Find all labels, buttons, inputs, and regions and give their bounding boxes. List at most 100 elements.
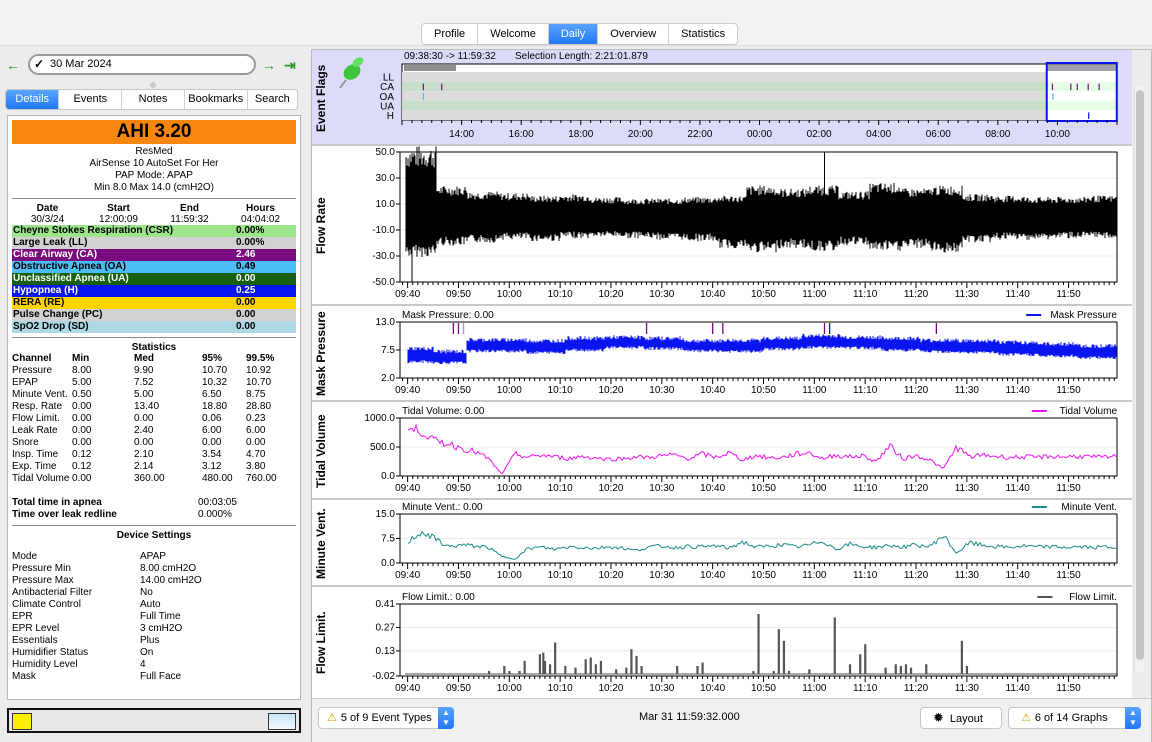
mask-pressure-svg: Mask Pressure: 0.00 Mask Pressure 13.0 7.5 2…	[376, 310, 1118, 396]
stats-cell: 6.50	[202, 389, 222, 400]
x-tick-label: 10:30	[649, 570, 674, 581]
y-tick-label: -10.0	[372, 225, 395, 236]
warning-icon: ⚠	[327, 712, 337, 724]
stats-cell: 0.00	[72, 473, 92, 484]
stats-cell: 5.00	[72, 377, 92, 388]
graph-footer: ⚠ 5 of 9 Event Types ▲ ▼ Mar 31 11:59:32.0…	[312, 698, 1151, 742]
flow-limit-bar	[564, 665, 567, 674]
flow-limit-graph[interactable]: Flow Limit. Flow Limit.: 0.00 Flow Limit.…	[312, 587, 1132, 698]
x-tick-label: 11:30	[955, 483, 980, 494]
flow-limit-bar	[584, 659, 587, 674]
flow-limit-bar	[782, 640, 786, 674]
x-tick-label: 11:00	[802, 483, 827, 494]
x-tick-label: 09:40	[395, 483, 420, 494]
session-bar	[1046, 65, 1117, 71]
event-types-dropdown[interactable]: ⚠ 5 of 9 Event Types ▲ ▼	[318, 707, 454, 729]
y-tick-label: 0.13	[376, 646, 396, 657]
stats-cell: 6.00	[246, 425, 266, 436]
graphs-dropdown[interactable]: ⚠ 6 of 14 Graphs ▲ ▼	[1008, 707, 1141, 729]
event-index-list: Cheyne Stokes Respiration (CSR) 0.00% Larg…	[12, 225, 296, 333]
event-value: 0.00	[236, 321, 256, 332]
flow-rate-graph[interactable]: Flow Rate 50.0 30.0 10.0 -10.0 -30.0 -50.0 09:…	[312, 146, 1132, 306]
x-tick-label: 11:00	[802, 683, 827, 694]
tidal-volume-graph[interactable]: Tidal Volume Tidal Volume: 0.00 Tidal Vol…	[312, 402, 1132, 500]
setting-value: No	[140, 587, 153, 598]
event-index-row: Obstructive Apnea (OA) 0.49	[12, 261, 296, 273]
x-tick-label: 11:00	[802, 385, 827, 396]
tab-statistics[interactable]: Statistics	[669, 24, 737, 44]
y-tick-label: 2.0	[381, 373, 395, 384]
top-toolbar: Profile Welcome Daily Overview Statistic…	[0, 0, 1152, 46]
divider	[12, 337, 296, 338]
x-tick-label: 22:00	[687, 129, 712, 140]
stats-cell: 0.00	[72, 437, 92, 448]
flow-limit-bar	[787, 670, 791, 674]
flow-limit-bar	[899, 665, 902, 674]
minute-vent-series	[407, 530, 1117, 560]
date-picker[interactable]: ✓ 30 Mar 2024	[28, 54, 256, 75]
tab-search[interactable]: Search	[248, 90, 297, 109]
graph-panel: Event Flags 09:38:30 -> 11:59:32 Selectio…	[311, 49, 1152, 742]
device-settings-table: Mode APAP Pressure Min 8.00 cmH2O Pressure M…	[12, 551, 296, 683]
x-tick-label: 09:50	[446, 385, 471, 396]
arrow-right-icon[interactable]: →	[262, 57, 276, 73]
session-header: End	[180, 203, 199, 214]
setting-label: Humidity Level	[12, 659, 78, 670]
flow-limit-bar	[640, 665, 643, 674]
x-tick-label: 10:50	[751, 483, 776, 494]
x-tick-label: 10:10	[548, 570, 573, 581]
layout-button[interactable]: ✹ Layout	[920, 707, 1002, 729]
stats-channel: EPAP	[12, 377, 38, 388]
x-tick-label: 11:30	[955, 385, 980, 396]
chevron-down-icon[interactable]: ✓	[34, 56, 44, 73]
event-label: Pulse Change (PC)	[13, 309, 103, 320]
legend: Flow Limit.	[1037, 592, 1117, 603]
details-panel[interactable]: AHI 3.20 ResMed AirSense 10 AutoSet For …	[7, 115, 301, 700]
tab-overview[interactable]: Overview	[598, 24, 670, 44]
blue-swatch[interactable]	[268, 713, 296, 730]
stats-cell: 13.40	[134, 401, 160, 412]
flow-limit-bar	[548, 664, 552, 674]
x-tick-label: 11:40	[1006, 570, 1031, 581]
stats-cell: 2.10	[134, 449, 154, 460]
setting-value: 4	[140, 659, 146, 670]
session-header: Hours	[246, 203, 275, 214]
event-flags-graph[interactable]: Event Flags 09:38:30 -> 11:59:32 Selectio…	[312, 50, 1132, 146]
tab-profile[interactable]: Profile	[422, 24, 479, 44]
graph-scrollbar[interactable]	[1134, 86, 1144, 672]
stats-cell: 0.00	[134, 437, 154, 448]
arrow-left-icon[interactable]: ←	[6, 57, 20, 73]
flow-limit-bar	[508, 670, 511, 674]
event-value: 0.49	[236, 261, 256, 272]
mask-pressure-series	[407, 333, 1117, 365]
stepper-icon: ▲ ▼	[1125, 707, 1141, 729]
flow-limit-bar	[909, 667, 913, 674]
left-tab-bar: Details Events Notes Bookmarks Search	[5, 89, 298, 110]
setting-value: 14.00 cmH2O	[140, 575, 202, 586]
x-tick-label: 11:40	[1006, 289, 1031, 300]
x-tick-label: 11:40	[1006, 385, 1031, 396]
session-value: 12:00:09	[99, 214, 138, 225]
splitter-handle[interactable]	[150, 82, 156, 88]
tab-bookmarks[interactable]: Bookmarks	[185, 90, 248, 109]
scrollbar-thumb[interactable]	[1136, 90, 1144, 660]
minute-vent-graph[interactable]: Minute Vent. Minute Vent.: 0.00 Minute Ve…	[312, 500, 1132, 587]
x-tick-label: 10:20	[598, 570, 623, 581]
setting-value: On	[140, 647, 154, 658]
tab-daily[interactable]: Daily	[548, 24, 599, 44]
setting-label: Humidifier Status	[12, 647, 89, 658]
tab-notes[interactable]: Notes	[122, 90, 185, 109]
y-tick-label: 500.0	[370, 442, 395, 453]
stats-cell: 5.00	[134, 389, 154, 400]
flow-limit-bar	[894, 664, 897, 674]
tidal-volumeseries	[407, 423, 1117, 475]
tab-details[interactable]: Details	[6, 90, 60, 109]
tab-events[interactable]: Events	[59, 90, 123, 109]
x-tick-label: 10:20	[598, 385, 623, 396]
flow-limit-bar	[884, 667, 887, 674]
arrow-to-end-icon[interactable]: ⇥	[284, 57, 296, 74]
flag-row-band	[1046, 110, 1117, 120]
yellow-swatch[interactable]	[12, 713, 32, 730]
tab-welcome[interactable]: Welcome	[478, 24, 549, 44]
mask-pressure-graph[interactable]: Mask Pressure Mask Pressure: 0.00 Mask Pr…	[312, 306, 1132, 402]
